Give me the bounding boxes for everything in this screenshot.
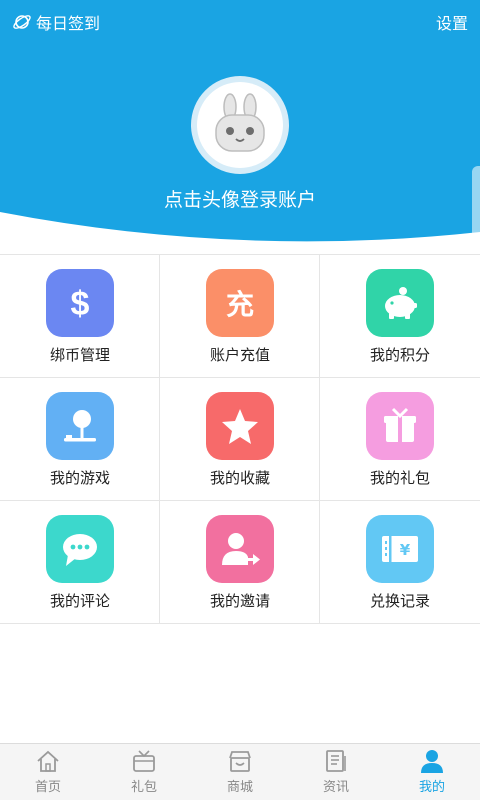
settings-button[interactable]: 设置 bbox=[436, 10, 468, 34]
avatar-inner bbox=[197, 82, 283, 168]
grid-item-label: 我的游戏 bbox=[49, 469, 110, 487]
piggy-bank-icon bbox=[385, 287, 417, 319]
tab-label: 我的 bbox=[418, 780, 445, 795]
tab-gifts[interactable]: 礼包 bbox=[96, 744, 192, 800]
rabbit-avatar-icon bbox=[215, 93, 265, 152]
login-prompt[interactable]: 点击头像登录账户 bbox=[0, 185, 480, 212]
planet-icon bbox=[13, 15, 31, 29]
tab-label: 礼包 bbox=[130, 780, 157, 795]
tile: ¥ bbox=[366, 515, 434, 583]
tile bbox=[366, 392, 434, 460]
grid-item-my-comments[interactable]: 我的评论 bbox=[0, 501, 160, 624]
star-icon bbox=[222, 409, 258, 444]
person-icon bbox=[421, 750, 443, 773]
svg-text:¥: ¥ bbox=[400, 541, 411, 559]
grid-item-label: 我的评论 bbox=[49, 592, 110, 610]
tab-store[interactable]: 商城 bbox=[192, 744, 288, 800]
grid-item-label: 我的礼包 bbox=[369, 469, 430, 487]
tile bbox=[206, 392, 274, 460]
grid-item-label: 我的收藏 bbox=[209, 469, 270, 487]
grid-item-my-games[interactable]: 我的游戏 bbox=[0, 378, 160, 501]
grid-item-redeem-records[interactable]: ¥ 兑换记录 bbox=[320, 501, 480, 624]
grid-item-my-invites[interactable]: 我的邀请 bbox=[160, 501, 320, 624]
ticket-icon: ¥ bbox=[382, 536, 418, 562]
tab-label: 商城 bbox=[226, 780, 253, 795]
avatar[interactable] bbox=[191, 76, 289, 174]
grid-item-recharge[interactable]: 充 账户充值 bbox=[160, 255, 320, 378]
tile: 充 bbox=[206, 269, 274, 337]
recharge-icon: 充 bbox=[226, 288, 254, 321]
news-icon bbox=[326, 750, 346, 772]
grid-item-label: 我的积分 bbox=[369, 346, 430, 364]
tab-home[interactable]: 首页 bbox=[0, 744, 96, 800]
svg-text:$: $ bbox=[71, 285, 90, 323]
profile-header: 每日签到 设置 点击头像登录账户 bbox=[0, 0, 480, 248]
store-icon bbox=[229, 751, 251, 772]
edge-scroll-indicator bbox=[472, 166, 480, 244]
invite-user-icon bbox=[222, 533, 260, 565]
tab-news[interactable]: 资讯 bbox=[288, 744, 384, 800]
tile bbox=[46, 515, 114, 583]
grid-item-points[interactable]: 我的积分 bbox=[320, 255, 480, 378]
tile bbox=[46, 392, 114, 460]
svg-text:充: 充 bbox=[226, 288, 254, 321]
gift-tv-icon bbox=[133, 750, 155, 772]
tile bbox=[366, 269, 434, 337]
comment-icon bbox=[63, 534, 97, 566]
bottom-tab-bar: 首页 礼包 商城 资讯 我的 bbox=[0, 743, 480, 800]
grid-item-favorites[interactable]: 我的收藏 bbox=[160, 378, 320, 501]
feature-grid: $ 绑币管理 充 账户充值 我的积分 我的游戏 我的收藏 我的礼包 我的评论 我… bbox=[0, 254, 480, 624]
tab-label: 首页 bbox=[34, 780, 61, 795]
joystick-icon bbox=[64, 410, 96, 442]
grid-item-bound-coins[interactable]: $ 绑币管理 bbox=[0, 255, 160, 378]
grid-item-label: 账户充值 bbox=[209, 346, 270, 364]
top-bar: 每日签到 设置 bbox=[0, 0, 480, 42]
daily-checkin-button[interactable]: 每日签到 bbox=[12, 10, 100, 34]
tab-me[interactable]: 我的 bbox=[384, 744, 480, 800]
dollar-icon: $ bbox=[71, 285, 90, 323]
tile bbox=[206, 515, 274, 583]
home-icon bbox=[37, 750, 59, 772]
daily-checkin-label: 每日签到 bbox=[36, 14, 101, 33]
grid-item-my-gifts[interactable]: 我的礼包 bbox=[320, 378, 480, 501]
grid-item-label: 兑换记录 bbox=[369, 592, 430, 610]
tab-label: 资讯 bbox=[322, 780, 349, 795]
grid-item-label: 我的邀请 bbox=[209, 592, 270, 610]
tile: $ bbox=[46, 269, 114, 337]
grid-item-label: 绑币管理 bbox=[49, 346, 110, 364]
gift-box-icon bbox=[384, 407, 416, 442]
